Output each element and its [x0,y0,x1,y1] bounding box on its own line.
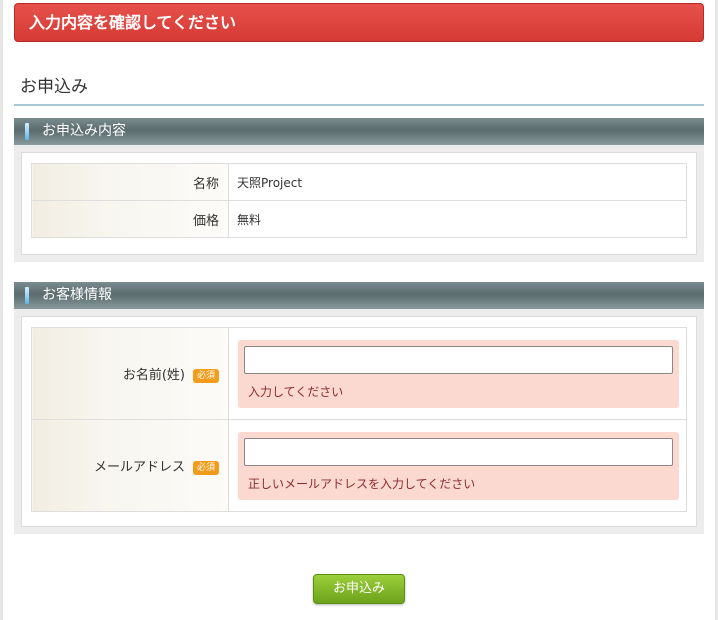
submit-application-button[interactable]: お申込み [313,574,405,604]
section-title: お申込み内容 [42,123,126,139]
table-row: 価格 無料 [31,200,687,238]
customer-table: お名前(姓) 必須 入力してください メールアドレス 必須 正しいメールアドレスを [31,327,687,512]
table-row: お名前(姓) 必須 入力してください [31,327,687,420]
title-divider [14,104,704,106]
error-field-wrapper: 正しいメールアドレスを入力してください [238,431,679,500]
field-label: お名前(姓) [122,368,185,383]
table-row: メールアドレス 必須 正しいメールアドレスを入力してください [31,419,687,512]
section-bar-icon [25,287,29,304]
field-label-cell: メールアドレス 必須 [31,419,229,512]
field-value-cell: 正しいメールアドレスを入力してください [228,419,687,512]
section-title: お客様情報 [42,287,112,303]
field-error-message: 入力してください [248,384,344,399]
customer-panel-inner: お名前(姓) 必須 入力してください メールアドレス 必須 正しいメールアドレスを [21,316,697,527]
section-header-customer: お客様情報 [14,282,704,309]
application-table: 名称 天照Project 価格 無料 [31,163,687,238]
row-label: 名称 [31,163,229,201]
window-left-border [0,0,3,620]
error-field-wrapper: 入力してください [238,339,679,408]
field-label-cell: お名前(姓) 必須 [31,327,229,420]
section-bar-icon [25,123,29,140]
required-badge: 必須 [192,368,219,383]
field-label: メールアドレス [93,460,185,475]
alert-message: 入力内容を確認してください [29,13,237,32]
field-value-cell: 入力してください [228,327,687,420]
application-panel-inner: 名称 天照Project 価格 無料 [21,152,697,255]
row-value: 無料 [228,200,687,238]
application-panel: 名称 天照Project 価格 無料 [14,145,704,262]
section-header-application: お申込み内容 [14,118,704,145]
row-label: 価格 [31,200,229,238]
last-name-input[interactable] [244,345,673,374]
required-badge: 必須 [192,460,219,475]
row-value: 天照Project [228,163,687,201]
customer-panel: お名前(姓) 必須 入力してください メールアドレス 必須 正しいメールアドレスを [14,309,704,534]
validation-alert-banner: 入力内容を確認してください [14,3,704,42]
field-error-message: 正しいメールアドレスを入力してください [248,476,476,491]
table-row: 名称 天照Project [31,163,687,201]
page-title: お申込み [20,77,88,97]
email-input[interactable] [244,437,673,466]
